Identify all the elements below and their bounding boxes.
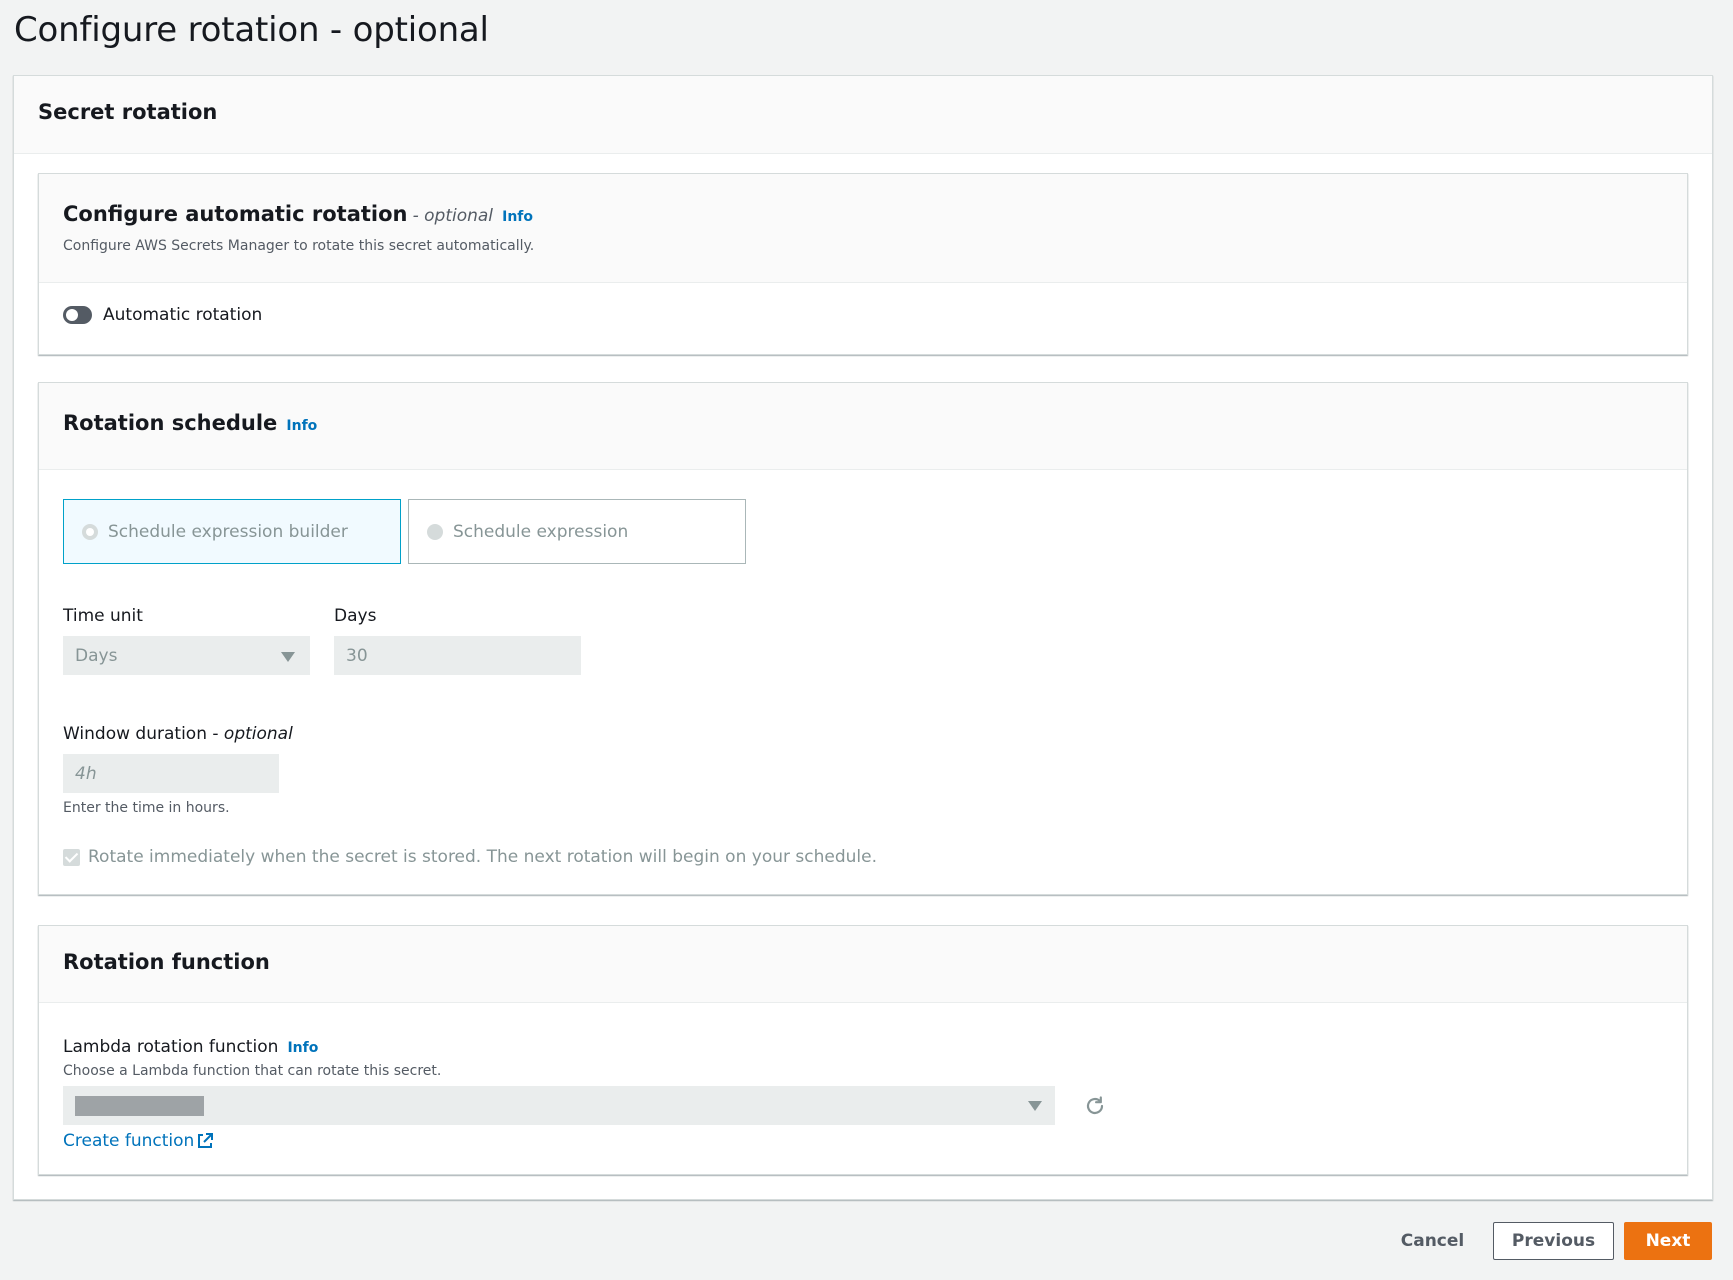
window-duration-placeholder: 4h (75, 763, 97, 784)
window-duration-label-text: Window duration (63, 724, 207, 744)
window-duration-optional: optional (223, 724, 293, 744)
radio-icon (427, 523, 443, 540)
automatic-rotation-optional: - optional (412, 206, 494, 226)
days-input[interactable]: 30 (334, 636, 581, 675)
tile-schedule-expression[interactable]: Schedule expression (408, 499, 746, 564)
lambda-function-select[interactable] (63, 1086, 1055, 1125)
window-duration-hint: Enter the time in hours. (63, 800, 230, 816)
next-button[interactable]: Next (1624, 1222, 1712, 1260)
time-unit-value: Days (75, 645, 118, 666)
chevron-down-icon (281, 652, 295, 662)
chevron-down-icon (1028, 1101, 1042, 1111)
create-function-link[interactable]: Create function (63, 1131, 214, 1151)
secret-rotation-header: Secret rotation (14, 76, 1712, 154)
window-duration-label: Window duration - optional (63, 724, 293, 744)
days-value: 30 (346, 645, 368, 666)
lambda-function-info-link[interactable]: Info (287, 1040, 318, 1056)
automatic-rotation-card: Configure automatic rotation - optional … (38, 173, 1688, 355)
rotation-schedule-header: Rotation schedule Info (39, 383, 1687, 470)
rotation-function-title: Rotation function (63, 950, 270, 974)
page-title: Configure rotation - optional (14, 10, 489, 50)
days-label: Days (334, 606, 377, 626)
rotation-schedule-info-link[interactable]: Info (286, 418, 317, 434)
automatic-rotation-toggle[interactable] (63, 306, 92, 324)
lambda-function-description: Choose a Lambda function that can rotate… (63, 1063, 442, 1079)
refresh-icon-svg (1086, 1096, 1104, 1115)
rotate-immediately-checkbox[interactable] (63, 848, 80, 866)
previous-button[interactable]: Previous (1493, 1222, 1614, 1260)
tile-label: Schedule expression (453, 521, 629, 542)
lambda-function-label: Lambda rotation function (63, 1037, 279, 1057)
window-duration-input[interactable]: 4h (63, 754, 279, 793)
secret-rotation-panel: Secret rotation Configure automatic rota… (13, 75, 1713, 1200)
lambda-function-label-row: Lambda rotation function Info (63, 1037, 318, 1057)
rotate-immediately-row[interactable]: Rotate immediately when the secret is st… (63, 847, 877, 867)
cancel-button[interactable]: Cancel (1390, 1222, 1475, 1260)
redacted-value (75, 1095, 204, 1116)
create-function-label: Create function (63, 1131, 195, 1151)
time-unit-select[interactable]: Days (63, 636, 310, 675)
tile-label: Schedule expression builder (108, 521, 348, 542)
rotate-immediately-label: Rotate immediately when the secret is st… (88, 847, 877, 867)
automatic-rotation-label: Automatic rotation (103, 305, 263, 325)
rotation-schedule-card: Rotation schedule Info Schedule expressi… (38, 382, 1688, 895)
rotation-schedule-title: Rotation schedule (63, 411, 278, 435)
time-unit-label: Time unit (63, 606, 143, 626)
automatic-rotation-toggle-row[interactable]: Automatic rotation (39, 283, 1687, 347)
refresh-icon[interactable] (1083, 1094, 1107, 1118)
rotation-function-header: Rotation function (39, 926, 1687, 1003)
automatic-rotation-description: Configure AWS Secrets Manager to rotate … (63, 238, 535, 254)
automatic-rotation-info-link[interactable]: Info (502, 209, 533, 225)
toggle-knob (66, 309, 78, 321)
external-link-icon (198, 1133, 214, 1148)
tile-schedule-expression-builder[interactable]: Schedule expression builder (63, 499, 401, 564)
radio-icon (82, 523, 98, 540)
automatic-rotation-title: Configure automatic rotation (63, 202, 408, 226)
rotation-function-card: Rotation function Lambda rotation functi… (38, 925, 1688, 1175)
automatic-rotation-header: Configure automatic rotation - optional … (39, 174, 1687, 283)
secret-rotation-title: Secret rotation (38, 100, 218, 124)
schedule-tiles: Schedule expression builder Schedule exp… (63, 499, 763, 564)
